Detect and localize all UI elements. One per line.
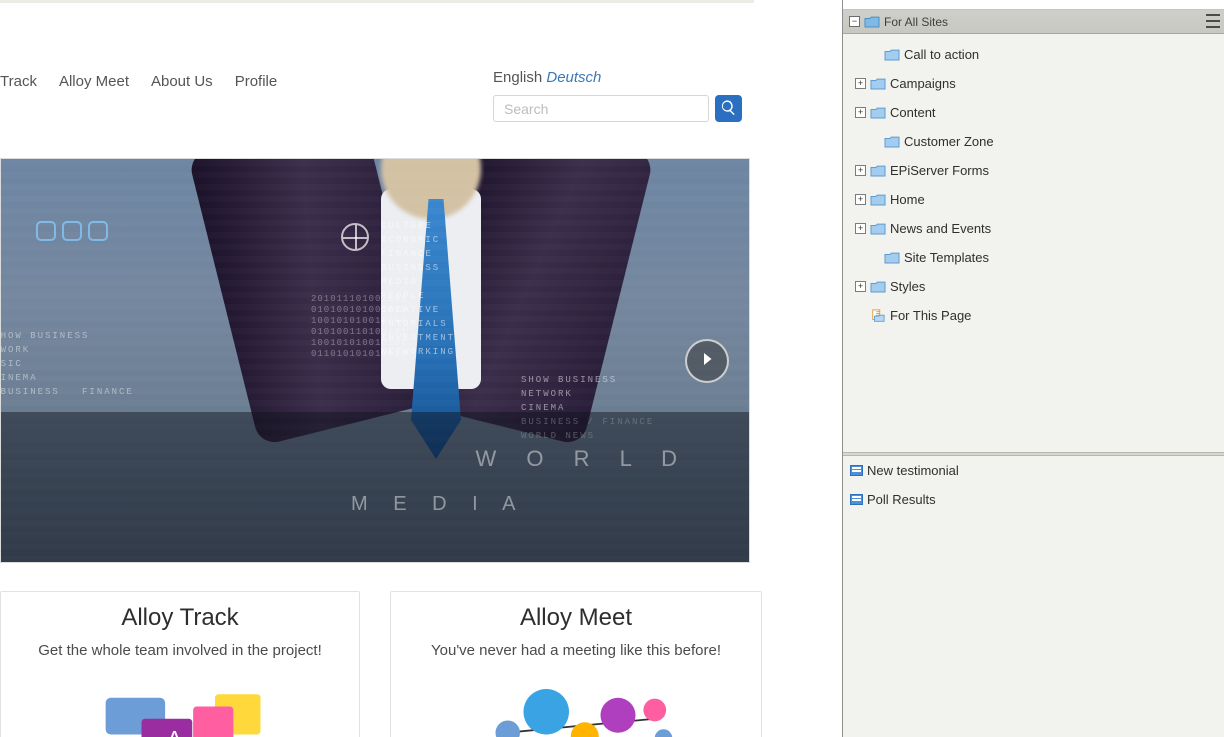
tree-node-campaigns[interactable]: + Campaigns bbox=[843, 69, 1224, 98]
expand-toggle[interactable]: + bbox=[855, 165, 866, 176]
expand-toggle[interactable]: + bbox=[855, 223, 866, 234]
folder-tree: Call to action + Campaigns + Content bbox=[843, 34, 1224, 452]
nav-item-profile[interactable]: Profile bbox=[235, 73, 278, 90]
search-button[interactable] bbox=[715, 95, 742, 122]
blocks-list: New testimonial Poll Results bbox=[843, 456, 1224, 737]
tree-node-label: EPiServer Forms bbox=[890, 163, 989, 178]
site-header: Track Alloy Meet About Us Profile Englis… bbox=[0, 3, 754, 158]
lang-de[interactable]: Deutsch bbox=[546, 69, 601, 86]
folder-icon bbox=[870, 76, 886, 92]
folder-icon bbox=[870, 163, 886, 179]
svg-text:A: A bbox=[167, 726, 183, 737]
panel-menu-button[interactable] bbox=[1206, 14, 1220, 28]
folder-icon bbox=[870, 192, 886, 208]
folder-icon bbox=[884, 47, 900, 63]
expand-toggle bbox=[869, 252, 880, 263]
block-poll-results[interactable]: Poll Results bbox=[843, 485, 1224, 514]
tree-node-label: Content bbox=[890, 105, 936, 120]
tree-node-label: Styles bbox=[890, 279, 925, 294]
block-label: Poll Results bbox=[867, 492, 936, 507]
nav-item-alloymeet[interactable]: Alloy Meet bbox=[59, 73, 129, 90]
search-icon bbox=[720, 99, 737, 119]
search-input[interactable] bbox=[493, 95, 709, 122]
tree-node-news-and-events[interactable]: + News and Events bbox=[843, 214, 1224, 243]
tree-node-label: Campaigns bbox=[890, 76, 956, 91]
tree-node-episerver-forms[interactable]: + EPiServer Forms bbox=[843, 156, 1224, 185]
hero-deco-bits: 201011101001001 010100101001010 10010101… bbox=[311, 294, 407, 360]
tree-node-label: Site Templates bbox=[904, 250, 989, 265]
tree-node-customer-zone[interactable]: Customer Zone bbox=[843, 127, 1224, 156]
tree-node-styles[interactable]: + Styles bbox=[843, 272, 1224, 301]
hero-deco-media: M E D I A bbox=[351, 493, 525, 516]
teaser-alloy-meet[interactable]: Alloy Meet You've never had a meeting li… bbox=[390, 591, 762, 737]
teaser-art: A bbox=[15, 689, 345, 737]
folder-icon bbox=[884, 134, 900, 150]
hero-carousel: 201011101001001 010100101001010 10010101… bbox=[0, 158, 750, 563]
block-icon bbox=[849, 493, 863, 507]
teaser-tagline: You've never had a meeting like this bef… bbox=[405, 642, 747, 659]
lang-en[interactable]: English bbox=[493, 69, 542, 86]
expand-toggle[interactable]: + bbox=[855, 107, 866, 118]
expand-toggle[interactable]: + bbox=[855, 78, 866, 89]
expand-toggle[interactable]: + bbox=[855, 281, 866, 292]
block-icon bbox=[849, 464, 863, 478]
expand-toggle bbox=[869, 49, 880, 60]
teaser-art bbox=[405, 689, 747, 737]
folder-icon bbox=[884, 250, 900, 266]
collapse-toggle[interactable]: − bbox=[849, 16, 860, 27]
hero-deco-world: W O R L D bbox=[475, 446, 689, 472]
assets-panel: − For All Sites Call to action + bbox=[842, 0, 1224, 737]
tree-node-for-this-page[interactable]: For This Page bbox=[843, 301, 1224, 330]
tree-node-site-templates[interactable]: Site Templates bbox=[843, 243, 1224, 272]
expand-toggle[interactable]: + bbox=[855, 194, 866, 205]
hero-deco-sidewords: SHOW BUSINESS NETWORK MUSIC CINEMA BUSIN… bbox=[0, 329, 134, 399]
expand-toggle bbox=[869, 136, 880, 147]
nav-item-track[interactable]: Track bbox=[0, 73, 37, 90]
folder-icon bbox=[870, 279, 886, 295]
folder-icon bbox=[870, 221, 886, 237]
hero-deco-icons bbox=[36, 221, 108, 241]
tree-node-home[interactable]: + Home bbox=[843, 185, 1224, 214]
folder-icon bbox=[870, 105, 886, 121]
tree-node-label: Call to action bbox=[904, 47, 979, 62]
carousel-next-button[interactable] bbox=[685, 339, 729, 383]
teaser-title: Alloy Track bbox=[15, 604, 345, 632]
expand-toggle bbox=[855, 310, 866, 321]
folder-icon bbox=[864, 14, 880, 30]
block-label: New testimonial bbox=[867, 463, 959, 478]
teaser-tagline: Get the whole team involved in the proje… bbox=[15, 642, 345, 659]
tree-node-call-to-action[interactable]: Call to action bbox=[843, 40, 1224, 69]
globe-icon bbox=[341, 223, 369, 251]
panel-header-for-all-sites[interactable]: − For All Sites bbox=[843, 10, 1224, 34]
tree-node-label: Customer Zone bbox=[904, 134, 994, 149]
tree-node-label: Home bbox=[890, 192, 925, 207]
block-new-testimonial[interactable]: New testimonial bbox=[843, 456, 1224, 485]
page-folder-icon bbox=[870, 308, 886, 324]
chevron-right-icon bbox=[698, 350, 716, 371]
nav-item-aboutus[interactable]: About Us bbox=[151, 73, 213, 90]
site-nav: Track Alloy Meet About Us Profile bbox=[0, 73, 277, 90]
preview-pane: Track Alloy Meet About Us Profile Englis… bbox=[0, 0, 842, 737]
teaser-title: Alloy Meet bbox=[405, 604, 747, 632]
tree-node-label: For This Page bbox=[890, 308, 971, 323]
panel-header-label: For All Sites bbox=[884, 15, 948, 29]
tree-node-content[interactable]: + Content bbox=[843, 98, 1224, 127]
language-selector: English Deutsch bbox=[493, 69, 601, 86]
tree-node-label: News and Events bbox=[890, 221, 991, 236]
teaser-alloy-track[interactable]: Alloy Track Get the whole team involved … bbox=[0, 591, 360, 737]
